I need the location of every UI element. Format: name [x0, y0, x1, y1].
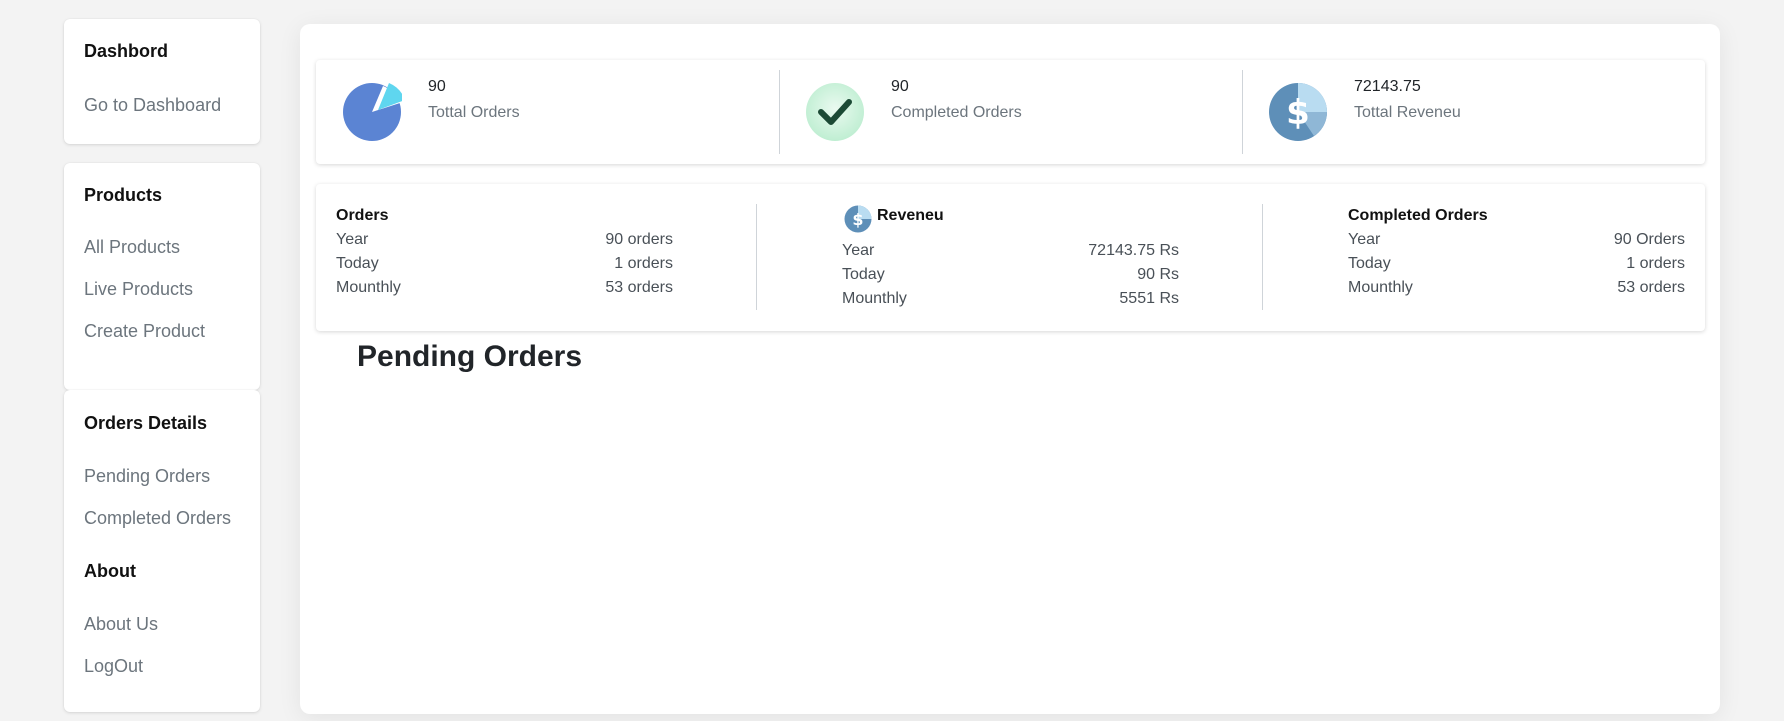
- dashboard-card: Dashbord Go to Dashboard: [64, 19, 260, 144]
- detail-row: Mounthly 5551 Rs: [842, 290, 1179, 314]
- row-value: 53 orders: [1617, 279, 1685, 296]
- row-key: Mounthly: [336, 279, 401, 296]
- detail-row: Mounthly 53 orders: [1348, 279, 1685, 303]
- row-key: Year: [842, 242, 875, 259]
- row-key: Mounthly: [842, 290, 907, 307]
- details-card: Orders Year 90 orders Today 1 orders Mou…: [316, 184, 1705, 331]
- completed-orders-title: Completed Orders: [1348, 207, 1488, 224]
- row-value: 90 Rs: [1137, 266, 1179, 283]
- row-key: Today: [336, 255, 379, 272]
- detail-row: Today 90 Rs: [842, 266, 1179, 290]
- products-heading: Products: [84, 185, 163, 205]
- divider: [1262, 204, 1263, 310]
- row-key: Today: [842, 266, 885, 283]
- stat-value: 90: [428, 78, 446, 95]
- dollar-coin-icon: $: [844, 205, 872, 233]
- row-key: Mounthly: [1348, 279, 1413, 296]
- row-value: 72143.75 Rs: [1088, 242, 1179, 259]
- row-key: Year: [336, 231, 369, 248]
- about-heading: About: [84, 561, 136, 581]
- orders-details-column: Orders Year 90 orders Today 1 orders Mou…: [336, 184, 673, 331]
- create-product-link[interactable]: Create Product: [84, 321, 205, 342]
- stat-label: Completed Orders: [891, 104, 1022, 121]
- orders-details-heading: Orders Details: [84, 413, 208, 433]
- orders-title: Orders: [336, 207, 389, 224]
- row-key: Year: [1348, 231, 1381, 248]
- row-value: 5551 Rs: [1119, 290, 1179, 307]
- row-value: 90 Orders: [1613, 231, 1685, 248]
- stat-label: Tottal Orders: [428, 104, 520, 121]
- detail-row: Today 1 orders: [336, 255, 673, 279]
- stat-value: 72143.75: [1354, 78, 1421, 95]
- row-key: Today: [1348, 255, 1391, 272]
- stat-completed-orders: 90 Completed Orders: [779, 60, 1242, 164]
- divider: [756, 204, 757, 310]
- orders-details-card: Orders Details Pending Orders Completed …: [64, 390, 260, 712]
- pie-chart-icon: [343, 83, 402, 141]
- detail-row: Mounthly 53 orders: [336, 279, 673, 303]
- check-icon: [806, 83, 864, 141]
- main-panel: 90 Tottal Orders 90 Completed Orders $ 7…: [300, 24, 1720, 714]
- logout-link[interactable]: LogOut: [84, 656, 143, 677]
- revenue-details-column: $ Reveneu Year 72143.75 Rs Today 90 Rs M…: [842, 184, 1179, 331]
- go-to-dashboard-link[interactable]: Go to Dashboard: [84, 95, 221, 116]
- stat-value: 90: [891, 78, 909, 95]
- stat-label: Tottal Reveneu: [1354, 104, 1461, 121]
- row-value: 90 orders: [605, 231, 673, 248]
- detail-row: Year 72143.75 Rs: [842, 242, 1179, 266]
- row-value: 1 orders: [1626, 255, 1685, 272]
- svg-text:$: $: [852, 210, 863, 229]
- detail-row: Year 90 Orders: [1348, 231, 1685, 255]
- stat-total-orders: 90 Tottal Orders: [316, 60, 779, 164]
- about-us-link[interactable]: About Us: [84, 614, 158, 635]
- completed-orders-link[interactable]: Completed Orders: [84, 508, 231, 529]
- row-value: 1 orders: [614, 255, 673, 272]
- row-value: 53 orders: [605, 279, 673, 296]
- live-products-link[interactable]: Live Products: [84, 279, 193, 300]
- detail-row: Today 1 orders: [1348, 255, 1685, 279]
- svg-text:$: $: [1286, 93, 1310, 133]
- detail-row: Year 90 orders: [336, 231, 673, 255]
- completed-details-column: Completed Orders Year 90 Orders Today 1 …: [1348, 184, 1685, 331]
- revenue-title: Reveneu: [877, 207, 944, 224]
- stats-card: 90 Tottal Orders 90 Completed Orders $ 7…: [316, 60, 1705, 164]
- products-card: Products All Products Live Products Crea…: [64, 163, 260, 390]
- dashboard-heading: Dashbord: [84, 41, 169, 61]
- pending-orders-link[interactable]: Pending Orders: [84, 466, 210, 487]
- all-products-link[interactable]: All Products: [84, 237, 180, 258]
- dollar-coin-icon: $: [1269, 83, 1327, 141]
- stat-total-revenue: $ 72143.75 Tottal Reveneu: [1242, 60, 1705, 164]
- pending-orders-title: Pending Orders: [357, 340, 583, 373]
